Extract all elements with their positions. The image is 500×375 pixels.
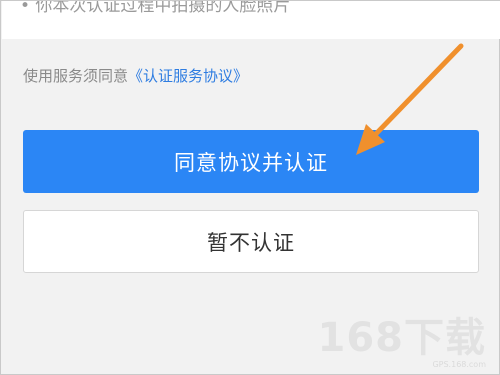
- watermark: 168下载 GPS.168.com: [318, 318, 487, 369]
- notice-text: • 你本次认证过程中拍摄的人脸照片: [20, 1, 291, 16]
- notice-card: • 你本次认证过程中拍摄的人脸照片: [2, 1, 500, 39]
- watermark-logo: 168下载: [317, 315, 486, 361]
- agree-and-verify-button[interactable]: 同意协议并认证: [23, 130, 479, 193]
- skip-verify-button[interactable]: 暂不认证: [23, 210, 479, 273]
- agreement-link[interactable]: 《认证服务协议》: [128, 67, 248, 85]
- agreement-prefix: 使用服务须同意: [23, 67, 129, 85]
- agreement-line: 使用服务须同意《认证服务协议》: [23, 65, 248, 86]
- watermark-url: GPS.168.com: [432, 360, 486, 369]
